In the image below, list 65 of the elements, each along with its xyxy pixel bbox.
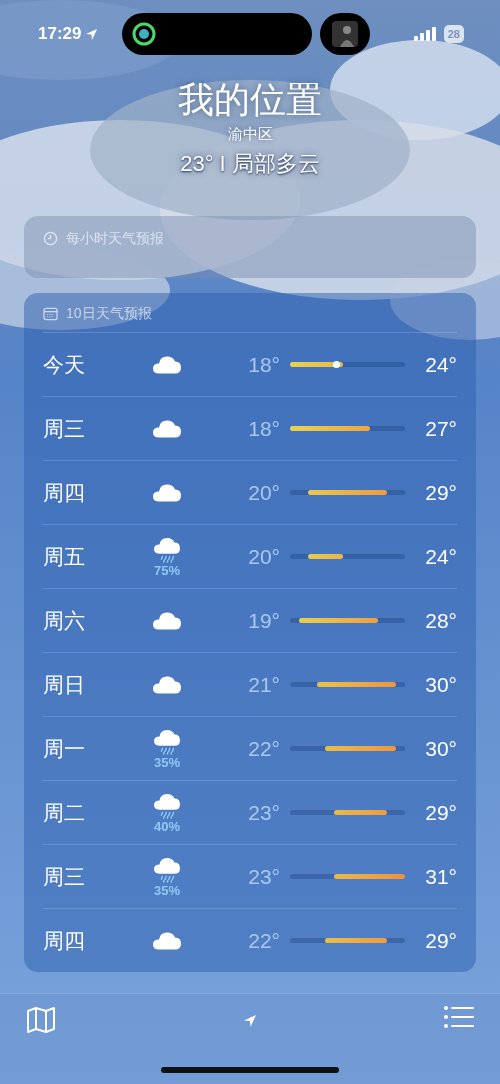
card-title: 每小时天气预报 [66,229,164,249]
rain-cloud-icon [152,728,182,755]
rain-cloud-icon [152,536,182,563]
day-label: 周一 [43,735,86,762]
high-temperature: 30° [424,671,457,698]
list-icon[interactable] [444,1006,474,1028]
low-temperature: 23° [247,799,281,826]
card-title: 10日天气预报 [66,304,152,324]
day-label: 周三 [43,415,86,442]
location-arrow-icon [85,27,99,41]
temperature-range-bar [325,746,397,752]
calendar-icon [43,306,58,321]
district-name: 渝中区 [226,123,274,144]
precipitation-chance: 35% [154,755,180,769]
map-icon[interactable] [26,1006,56,1034]
high-temperature: 29° [424,927,457,954]
high-temperature: 30° [424,735,457,762]
high-temperature: 31° [424,863,457,890]
cloud-icon [151,482,183,503]
high-temperature: 29° [424,479,457,506]
high-temperature: 24° [424,543,457,570]
cloud-icon [151,610,183,631]
cloud-icon [151,930,183,951]
low-temperature: 18° [247,415,281,442]
day-label: 周五 [43,543,86,570]
low-temperature: 19° [247,607,281,634]
precipitation-chance: 75% [154,563,180,577]
current-summary: 23° I 局部多云 [179,150,321,179]
high-temperature: 29° [424,799,457,826]
day-label: 周日 [43,671,86,698]
day-label: 周四 [43,479,86,506]
cloud-icon [151,354,183,375]
low-temperature: 18° [247,351,281,378]
high-temperature: 28° [424,607,457,634]
precipitation-chance: 35% [154,883,180,897]
high-temperature: 24° [424,351,457,378]
temperature-range-bar [290,362,344,368]
day-label: 周六 [43,607,86,634]
low-temperature: 21° [247,671,281,698]
avatar-icon [332,21,359,47]
status-time: 17:29 [38,23,82,46]
temperature-range-bar [325,938,388,944]
low-temperature: 23° [247,863,281,890]
day-label: 周四 [43,927,86,954]
temperature-range-bar [334,810,388,816]
location-title: 我的位置 [177,80,323,120]
day-label: 周三 [43,863,86,890]
rain-cloud-icon [152,856,182,883]
temperature-range-bar [334,874,405,880]
low-temperature: 22° [247,735,281,762]
cloud-icon [151,674,183,695]
call-icon [132,22,157,46]
temperature-range-bar [307,554,344,560]
precipitation-chance: 40% [154,819,180,833]
cloud-icon [151,418,183,439]
location-arrow-icon[interactable] [243,1014,257,1028]
low-temperature: 20° [247,479,281,506]
low-temperature: 20° [247,543,281,570]
rain-cloud-icon [152,792,182,819]
day-label: 周二 [43,799,86,826]
day-label: 今天 [43,351,86,378]
low-temperature: 22° [247,927,281,954]
signal-icon [413,27,436,41]
clock-icon [43,231,58,247]
high-temperature: 27° [424,415,457,442]
